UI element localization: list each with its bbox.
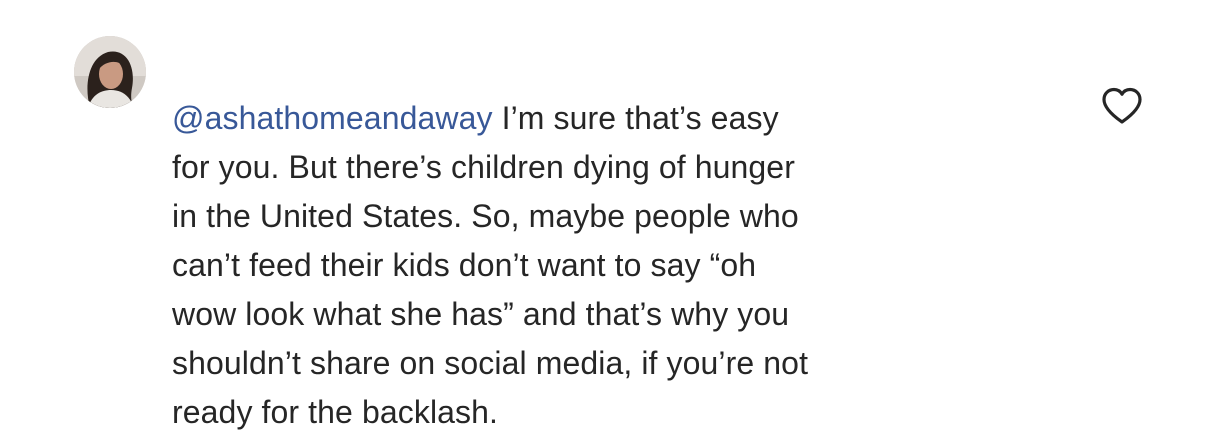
comment-line: shouldn’t share on social media, if you’…	[172, 345, 809, 381]
like-button[interactable]	[1100, 86, 1144, 126]
heart-outline-icon	[1102, 87, 1142, 124]
comment-line: in the United States. So, maybe people w…	[172, 198, 799, 234]
avatar[interactable]	[74, 36, 146, 108]
comment-item: @ashathomeandaway I’m sure that’s easy f…	[0, 0, 1207, 437]
comment-text: @ashathomeandaway I’m sure that’s easy f…	[172, 94, 1052, 437]
comment-line: wow look what she has” and that’s why yo…	[172, 296, 790, 332]
comment-line: ready for the backlash.	[172, 394, 499, 430]
comment-line: @ashathomeandaway I’m sure that’s easy	[172, 94, 1052, 143]
comment-line: for you. But there’s children dying of h…	[172, 149, 795, 185]
mention-link[interactable]: @ashathomeandaway	[172, 100, 493, 136]
comment-text-segment: I’m sure that’s easy	[492, 100, 779, 136]
avatar-image	[74, 36, 146, 108]
comment-line: can’t feed their kids don’t want to say …	[172, 247, 757, 283]
